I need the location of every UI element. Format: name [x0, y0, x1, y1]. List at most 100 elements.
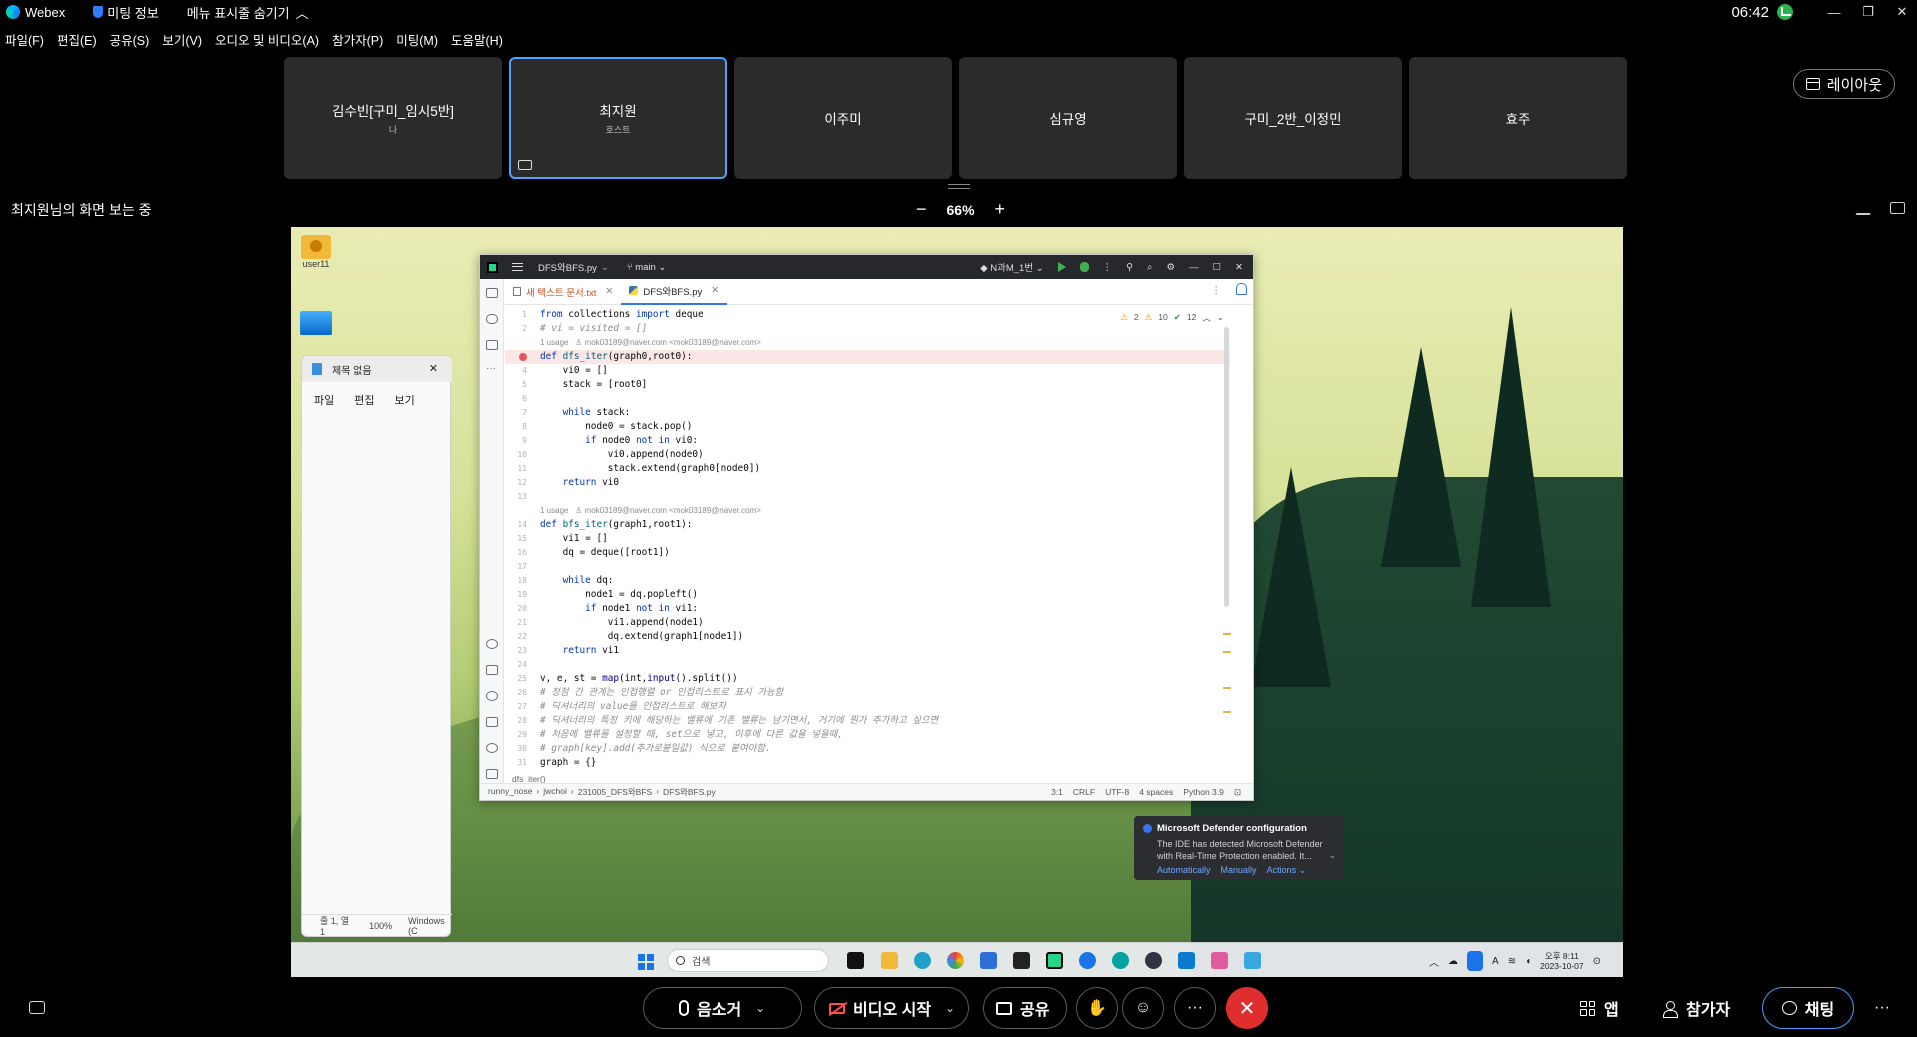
reactions-button[interactable]: ☺: [1122, 987, 1164, 1029]
chrome-browser-icon[interactable]: [947, 952, 964, 969]
system-clock[interactable]: 오후 8:11 2023-10-07: [1540, 951, 1583, 971]
layers-icon[interactable]: [486, 665, 498, 675]
project-widget[interactable]: DFS와BFS.py: [538, 260, 597, 274]
start-video-button[interactable]: 비디오 시작 ⌄: [814, 987, 969, 1029]
popout-share-icon[interactable]: [1890, 202, 1905, 214]
edge-browser-icon[interactable]: [914, 952, 931, 969]
git-icon[interactable]: [486, 769, 498, 779]
obs-taskbar-icon[interactable]: [1145, 952, 1162, 969]
end-meeting-button[interactable]: ✕: [1226, 987, 1268, 1029]
sticky-notes-icon[interactable]: [1013, 952, 1030, 969]
close-tab-icon[interactable]: ✕: [711, 285, 719, 296]
onedrive-icon[interactable]: ☁: [1448, 956, 1458, 967]
menu-help[interactable]: 도움말(H): [451, 30, 503, 52]
menu-view[interactable]: 보기(V): [162, 30, 202, 52]
add-user-icon[interactable]: ⚲: [1126, 262, 1133, 273]
captions-icon[interactable]: [29, 1001, 45, 1014]
automatically-link[interactable]: Automatically: [1157, 865, 1211, 876]
tab-options-icon[interactable]: ⋮: [1212, 285, 1222, 296]
close-tab-icon[interactable]: ✕: [605, 286, 613, 297]
chevron-down-icon[interactable]: ⌄: [1217, 312, 1224, 324]
zoom-out-button[interactable]: −: [916, 199, 927, 220]
webex-taskbar-icon[interactable]: [1079, 952, 1096, 969]
participant-tile[interactable]: 심규영: [959, 57, 1177, 179]
hide-menu-bar-button[interactable]: 메뉴 표시줄 숨기기 ︿: [187, 3, 309, 22]
path-folder[interactable]: 231005_DFS와BFS: [578, 786, 652, 798]
tab-dfs-bfs[interactable]: DFS와BFS.py ✕: [621, 279, 728, 305]
participant-tile-active-speaker[interactable]: 최지원 호스트: [509, 57, 727, 179]
taskbar-search[interactable]: 검색: [667, 949, 829, 972]
line-separator[interactable]: CRLF: [1073, 787, 1095, 798]
interpreter[interactable]: Python 3.9: [1183, 787, 1224, 798]
network-status-icon[interactable]: [1777, 4, 1793, 20]
expand-chevron-icon[interactable]: ⌄: [1328, 850, 1336, 861]
run-config-selector[interactable]: ◆ N과M_1번 ⌄: [980, 260, 1043, 274]
vscode-taskbar-icon[interactable]: [1178, 952, 1195, 969]
raise-hand-button[interactable]: ✋: [1076, 987, 1118, 1029]
close-window-button[interactable]: ✕: [1887, 0, 1917, 24]
speaker-icon[interactable]: ◖: [1525, 956, 1531, 967]
chevron-down-icon[interactable]: ⌄: [755, 1001, 765, 1015]
main-menu-icon[interactable]: [512, 263, 523, 271]
path-file[interactable]: DFS와BFS.py: [663, 786, 716, 798]
meeting-info-button[interactable]: 미팅 정보: [93, 3, 159, 22]
menu-audio-video[interactable]: 오디오 및 비디오(A): [215, 30, 319, 52]
breakpoint-icon[interactable]: [519, 353, 527, 361]
mute-button[interactable]: 음소거 ⌄: [643, 987, 802, 1029]
code-vision-hint[interactable]: 1 usage ♙ mok03189@naver.com <mok03189@n…: [505, 336, 1230, 350]
zoom-in-button[interactable]: +: [995, 199, 1006, 220]
notepad-menu-file[interactable]: 파일: [314, 392, 334, 408]
file-encoding[interactable]: UTF-8: [1105, 787, 1129, 798]
notepad-taskbar-icon[interactable]: [1244, 952, 1261, 969]
ide-maximize-button[interactable]: ☐: [1213, 262, 1222, 273]
notepad-menu-view[interactable]: 보기: [395, 392, 415, 408]
app-taskbar-icon[interactable]: [1112, 952, 1129, 969]
chevron-up-icon[interactable]: ︿: [1202, 312, 1211, 324]
file-explorer-icon[interactable]: [881, 952, 898, 969]
lock-icon[interactable]: ⊡: [1234, 787, 1241, 798]
notepad-tab[interactable]: 제목 없음 ✕: [302, 356, 452, 382]
structure-icon[interactable]: [486, 340, 498, 350]
input-language[interactable]: A: [1492, 956, 1499, 967]
services-icon[interactable]: [486, 691, 498, 701]
menu-participants[interactable]: 참가자(P): [332, 30, 383, 52]
vcs-branch-widget[interactable]: ⑂ main ⌄: [627, 262, 667, 273]
indent-setting[interactable]: 4 spaces: [1139, 787, 1173, 798]
editor-scrollbar[interactable]: [1224, 327, 1229, 607]
participant-tile[interactable]: 효주: [1409, 57, 1627, 179]
debug-icon[interactable]: [1079, 262, 1089, 272]
store-app-icon[interactable]: [980, 952, 997, 969]
menu-meeting[interactable]: 미팅(M): [396, 30, 438, 52]
notification-icon[interactable]: ⊙: [1593, 956, 1601, 967]
layout-button[interactable]: 레이아웃: [1792, 69, 1895, 99]
more-options-button[interactable]: ···: [1174, 987, 1216, 1029]
minimize-button[interactable]: —: [1819, 0, 1849, 24]
participants-button[interactable]: 참가자: [1663, 987, 1730, 1029]
menu-file[interactable]: 파일(F): [5, 30, 44, 52]
participant-tile[interactable]: 이주미: [734, 57, 952, 179]
overflow-menu-button[interactable]: ···: [1874, 987, 1890, 1029]
more-actions-icon[interactable]: ⋮: [1103, 262, 1113, 273]
participant-tile[interactable]: 구미_2반_이정민: [1184, 57, 1402, 179]
snipping-tool-icon[interactable]: [1211, 952, 1228, 969]
desktop-this-pc[interactable]: [300, 311, 332, 335]
problems-icon[interactable]: [486, 743, 498, 753]
notion-app-icon[interactable]: [847, 952, 864, 969]
pycharm-taskbar-icon[interactable]: [1046, 952, 1063, 969]
path-folder[interactable]: jwchoi: [543, 786, 567, 798]
inspection-widget[interactable]: ⚠ 2 ⚠ 10 ✔ 12 ︿ ⌄: [1120, 312, 1224, 324]
caret-position[interactable]: 3:1: [1051, 787, 1063, 798]
wifi-icon[interactable]: ≋: [1508, 956, 1516, 967]
annotate-icon[interactable]: [1855, 203, 1877, 215]
participant-tile[interactable]: 김수빈[구미_임시5반] 나: [284, 57, 502, 179]
more-tools-icon[interactable]: ···: [486, 363, 496, 374]
menu-share[interactable]: 공유(S): [110, 30, 150, 52]
code-vision-hint[interactable]: 1 usage ♙ mok03189@naver.com <mok03189@n…: [505, 504, 1230, 518]
terminal-icon[interactable]: [486, 717, 498, 727]
apps-button[interactable]: 앱: [1580, 987, 1619, 1029]
menu-edit[interactable]: 편집(E): [57, 30, 97, 52]
code-editor[interactable]: 1 from collections import deque 2 # vi = vi…: [505, 306, 1230, 772]
ide-close-button[interactable]: ✕: [1235, 262, 1243, 273]
python-packages-icon[interactable]: [486, 639, 498, 649]
notifications-bell-icon[interactable]: [1236, 283, 1247, 295]
